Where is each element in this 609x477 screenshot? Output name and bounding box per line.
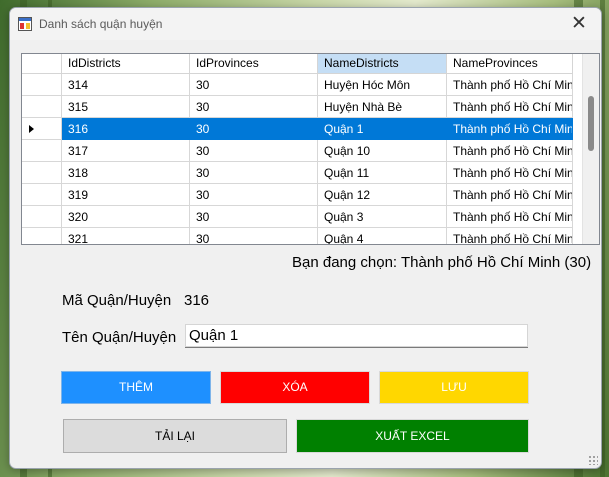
cell-nameprovinces[interactable]: Thành phố Hồ Chí Minh	[447, 96, 573, 118]
cell-idprovinces[interactable]: 30	[190, 118, 318, 140]
cell-namedistricts[interactable]: Quận 10	[318, 140, 447, 162]
cell-namedistricts[interactable]: Quận 1	[318, 118, 447, 140]
table-row[interactable]: 316 30 Quận 1 Thành phố Hồ Chí Minh	[22, 118, 573, 140]
cell-namedistricts[interactable]: Quận 11	[318, 162, 447, 184]
cell-nameprovinces[interactable]: Thành phố Hồ Chí Minh	[447, 162, 573, 184]
cell-iddistricts[interactable]: 315	[62, 96, 190, 118]
row-header[interactable]	[22, 118, 62, 140]
cell-idprovinces[interactable]: 30	[190, 184, 318, 206]
close-button[interactable]: ✕	[557, 8, 601, 40]
cell-idprovinces[interactable]: 30	[190, 140, 318, 162]
table-row[interactable]: 319 30 Quận 12 Thành phố Hồ Chí Minh	[22, 184, 573, 206]
row-header[interactable]	[22, 184, 62, 206]
grid-vertical-scrollbar[interactable]	[582, 54, 599, 244]
cell-namedistricts[interactable]: Quận 3	[318, 206, 447, 228]
districts-grid[interactable]: IdDistricts IdProvinces NameDistricts Na…	[21, 53, 600, 245]
row-header[interactable]	[22, 228, 62, 244]
row-header-corner	[22, 54, 62, 74]
window-title: Danh sách quận huyện	[39, 17, 163, 31]
cell-iddistricts[interactable]: 314	[62, 74, 190, 96]
xoa-button[interactable]: XÓA	[220, 371, 370, 404]
cell-iddistricts[interactable]: 321	[62, 228, 190, 244]
cell-iddistricts[interactable]: 320	[62, 206, 190, 228]
ten-quan-huyen-input[interactable]	[185, 324, 528, 348]
column-header-iddistricts[interactable]: IdDistricts	[62, 54, 190, 74]
cell-idprovinces[interactable]: 30	[190, 206, 318, 228]
xuat-excel-button[interactable]: XUẤT EXCEL	[296, 419, 529, 453]
row-header[interactable]	[22, 140, 62, 162]
row-header[interactable]	[22, 206, 62, 228]
resize-grip[interactable]	[588, 455, 598, 465]
row-header[interactable]	[22, 162, 62, 184]
cell-nameprovinces[interactable]: Thành phố Hồ Chí Minh	[447, 118, 573, 140]
table-row[interactable]: 317 30 Quận 10 Thành phố Hồ Chí Minh	[22, 140, 573, 162]
tai-lai-button[interactable]: TẢI LẠI	[63, 419, 287, 453]
app-window-icon	[18, 17, 32, 31]
ma-quan-huyen-value: 316	[184, 292, 210, 309]
cell-idprovinces[interactable]: 30	[190, 228, 318, 244]
row-pointer-icon	[29, 125, 34, 133]
them-button[interactable]: THÊM	[61, 371, 211, 404]
cell-nameprovinces[interactable]: Thành phố Hồ Chí Minh	[447, 206, 573, 228]
cell-namedistricts[interactable]: Quận 12	[318, 184, 447, 206]
table-row[interactable]: 320 30 Quận 3 Thành phố Hồ Chí Minh	[22, 206, 573, 228]
cell-namedistricts[interactable]: Huyện Nhà Bè	[318, 96, 447, 118]
title-bar: Danh sách quận huyện ✕	[10, 8, 601, 40]
scrollbar-thumb[interactable]	[588, 96, 594, 151]
column-header-namedistricts[interactable]: NameDistricts	[318, 54, 447, 74]
cell-iddistricts[interactable]: 318	[62, 162, 190, 184]
column-header-nameprovinces[interactable]: NameProvinces	[447, 54, 573, 74]
cell-namedistricts[interactable]: Huyện Hóc Môn	[318, 74, 447, 96]
cell-iddistricts[interactable]: 319	[62, 184, 190, 206]
luu-button[interactable]: LƯU	[379, 371, 529, 404]
table-row[interactable]: 318 30 Quận 11 Thành phố Hồ Chí Minh	[22, 162, 573, 184]
cell-idprovinces[interactable]: 30	[190, 162, 318, 184]
column-header-idprovinces[interactable]: IdProvinces	[190, 54, 318, 74]
row-header[interactable]	[22, 74, 62, 96]
cell-iddistricts[interactable]: 316	[62, 118, 190, 140]
table-row[interactable]: 314 30 Huyện Hóc Môn Thành phố Hồ Chí Minh	[22, 74, 573, 96]
ma-quan-huyen-label: Mã Quận/Huyện	[62, 292, 172, 309]
ten-quan-huyen-label: Tên Quận/Huyện	[62, 329, 177, 346]
cell-namedistricts[interactable]: Quận 4	[318, 228, 447, 244]
close-icon: ✕	[571, 13, 587, 34]
cell-iddistricts[interactable]: 317	[62, 140, 190, 162]
cell-idprovinces[interactable]: 30	[190, 74, 318, 96]
table-row[interactable]: 315 30 Huyện Nhà Bè Thành phố Hồ Chí Minh	[22, 96, 573, 118]
main-window: Danh sách quận huyện ✕ IdDistricts IdPro…	[9, 7, 602, 469]
selection-info: Bạn đang chọn: Thành phố Hồ Chí Minh (30…	[292, 254, 592, 271]
cell-nameprovinces[interactable]: Thành phố Hồ Chí Minh	[447, 140, 573, 162]
table-row[interactable]: 321 30 Quận 4 Thành phố Hồ Chí Minh	[22, 228, 573, 244]
row-header[interactable]	[22, 96, 62, 118]
cell-nameprovinces[interactable]: Thành phố Hồ Chí Minh	[447, 184, 573, 206]
cell-idprovinces[interactable]: 30	[190, 96, 318, 118]
cell-nameprovinces[interactable]: Thành phố Hồ Chí Minh	[447, 74, 573, 96]
cell-nameprovinces[interactable]: Thành phố Hồ Chí Minh	[447, 228, 573, 244]
